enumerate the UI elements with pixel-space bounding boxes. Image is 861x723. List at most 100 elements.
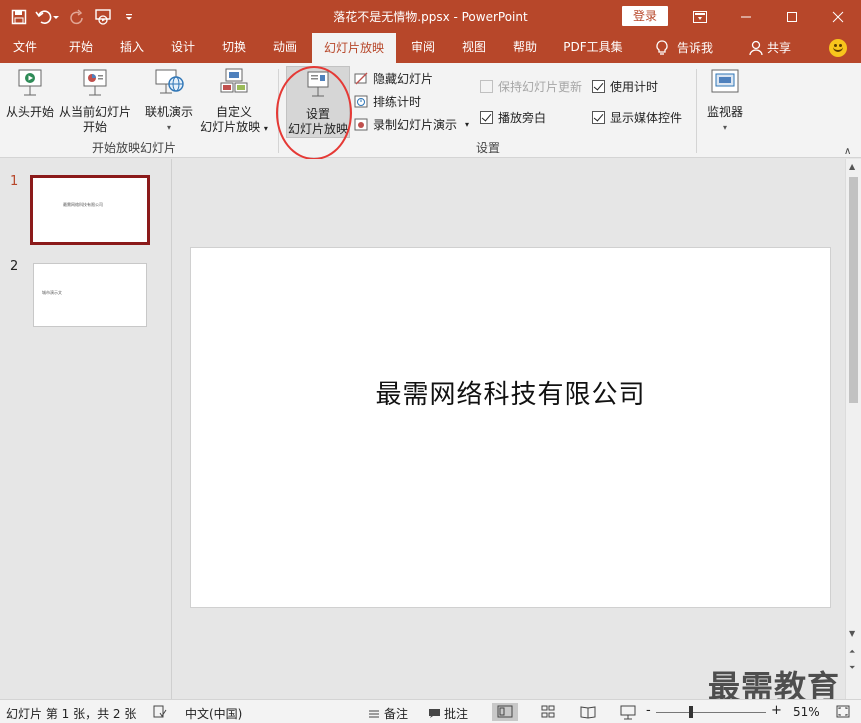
tab-pdf-tools[interactable]: PDF工具集 (556, 33, 630, 63)
rehearse-timings-button[interactable]: 排练计时 (354, 93, 421, 110)
stopwatch-icon (354, 95, 368, 108)
setup-slideshow-icon (307, 71, 329, 97)
custom-slideshow-icon (220, 68, 248, 93)
reading-view-icon (580, 706, 596, 719)
from-beginning-button[interactable]: 从头开始 (4, 67, 56, 120)
zoom-slider[interactable] (656, 712, 766, 713)
next-slide-icon[interactable]: ⏷ (849, 663, 855, 673)
custom-slideshow-dropdown-icon: ▾ (263, 124, 268, 133)
tab-insert[interactable]: 插入 (107, 33, 157, 63)
custom-slideshow-button[interactable]: 自定义 幻灯片放映 ▾ (197, 67, 271, 136)
undo-icon[interactable] (34, 6, 62, 28)
monitors-button[interactable]: 监视器 ▾ (704, 67, 746, 135)
zoom-out-button[interactable]: - (646, 703, 651, 718)
online-present-icon (155, 69, 184, 94)
keep-slides-updated-checkbox[interactable]: 保持幻灯片更新 (480, 78, 582, 95)
feedback-smiley-icon[interactable] (829, 39, 847, 57)
record-slideshow-label: 录制幻灯片演示 (373, 118, 458, 132)
slide-thumbnail-1[interactable]: 最需网络科技有限公司 (30, 175, 150, 245)
record-slideshow-button[interactable]: 录制幻灯片演示 ▾ (354, 116, 469, 133)
tab-file[interactable]: 文件 (0, 33, 50, 63)
play-narrations-label: 播放旁白 (498, 111, 547, 125)
hide-slide-button[interactable]: 隐藏幻灯片 (354, 70, 433, 87)
language-indicator[interactable]: 中文(中国) (185, 705, 242, 722)
custom-slideshow-label-1: 自定义 (215, 105, 252, 119)
setup-slideshow-button[interactable]: 设置 幻灯片放映 (286, 66, 350, 138)
spell-check-icon[interactable] (153, 705, 167, 721)
fit-to-window-icon[interactable] (836, 705, 850, 721)
scrollbar-thumb[interactable] (849, 177, 858, 403)
use-timings-box (592, 80, 605, 93)
tab-slideshow[interactable]: 幻灯片放映 (312, 33, 396, 63)
zoom-level[interactable]: 51% (793, 705, 820, 719)
previous-slide-icon[interactable]: ⏶ (849, 647, 855, 657)
slide-thumbnails-panel: 1 最需网络科技有限公司 2 城市演示文 (0, 159, 172, 699)
scroll-down-icon[interactable]: ▼ (849, 629, 855, 638)
vertical-scrollbar[interactable]: ▲ ▼ ⏶ ⏷ (845, 159, 861, 699)
title-bar: 落花不是无情物.ppsx - PowerPoint 登录 (0, 0, 861, 33)
from-beginning-label: 从头开始 (5, 105, 54, 119)
group-separator (696, 69, 697, 153)
comments-button[interactable]: 批注 (428, 705, 468, 722)
current-slide[interactable]: 最需网络科技有限公司 (190, 247, 831, 608)
tab-home[interactable]: 开始 (56, 33, 106, 63)
online-present-button[interactable]: 联机演示 ▾ (142, 67, 196, 135)
custom-slideshow-label-2-text: 幻灯片放映 (200, 120, 261, 134)
online-present-label: 联机演示 (144, 105, 193, 119)
status-bar: 幻灯片 第 1 张，共 2 张 中文(中国) 备注 批注 - + 51% (0, 699, 861, 723)
zoom-in-button[interactable]: + (771, 703, 782, 718)
ribbon-display-options-icon[interactable] (677, 0, 723, 33)
slide-sorter-icon (541, 705, 555, 718)
show-media-box (592, 111, 605, 124)
tab-view[interactable]: 视图 (449, 33, 499, 63)
group-label-start-slideshow: 开始放映幻灯片 (92, 141, 177, 155)
tab-help[interactable]: 帮助 (500, 33, 550, 63)
save-icon[interactable] (8, 6, 30, 28)
notes-label: 备注 (384, 707, 409, 721)
present-from-start-icon[interactable] (92, 6, 114, 28)
play-from-current-icon (83, 69, 107, 96)
tab-design[interactable]: 设计 (158, 33, 208, 63)
thumbnail-number: 2 (10, 259, 19, 274)
monitors-dropdown-icon: ▾ (722, 123, 727, 132)
setup-slideshow-label-1: 设置 (305, 107, 330, 121)
tab-animations[interactable]: 动画 (260, 33, 310, 63)
reading-view-button[interactable] (575, 703, 601, 721)
group-label-setup: 设置 (476, 141, 501, 155)
show-media-label: 显示媒体控件 (610, 111, 683, 125)
tell-me[interactable]: 告诉我 (644, 33, 724, 63)
slide-thumbnail-2[interactable]: 城市演示文 (33, 263, 147, 327)
normal-view-button[interactable] (492, 703, 518, 721)
slideshow-view-button[interactable] (615, 703, 641, 721)
slideshow-view-icon (620, 705, 636, 720)
slide-title[interactable]: 最需网络科技有限公司 (191, 374, 830, 411)
collapse-ribbon-icon[interactable]: ∧ (844, 146, 851, 157)
thumbnail-number: 1 (10, 174, 19, 189)
use-timings-checkbox[interactable]: 使用计时 (592, 78, 658, 95)
tab-transitions[interactable]: 切换 (209, 33, 259, 63)
show-media-controls-checkbox[interactable]: 显示媒体控件 (592, 109, 682, 126)
zoom-slider-knob[interactable] (689, 706, 693, 718)
customize-icon[interactable] (118, 6, 140, 28)
share-button[interactable]: 共享 (742, 33, 798, 63)
notes-button[interactable]: 备注 (368, 705, 408, 722)
record-dropdown-icon: ▾ (465, 120, 470, 129)
maximize-icon[interactable] (769, 0, 815, 33)
keep-updated-label: 保持幻灯片更新 (498, 80, 583, 94)
tell-me-label: 告诉我 (676, 41, 713, 55)
hide-slide-icon (354, 72, 368, 85)
redo-icon[interactable] (66, 6, 88, 28)
rehearse-timings-label: 排练计时 (373, 95, 422, 109)
thumbnail-text: 最需网络科技有限公司 (63, 202, 103, 207)
share-label: 共享 (766, 41, 791, 55)
thumbnail-text: 城市演示文 (42, 290, 62, 295)
play-narrations-checkbox[interactable]: 播放旁白 (480, 109, 546, 126)
setup-slideshow-label-2: 幻灯片放映 (287, 122, 348, 136)
tab-review[interactable]: 审阅 (398, 33, 448, 63)
scroll-up-icon[interactable]: ▲ (849, 162, 855, 171)
login-button[interactable]: 登录 (622, 6, 668, 26)
slide-sorter-view-button[interactable] (535, 703, 561, 721)
close-icon[interactable] (815, 0, 861, 33)
minimize-icon[interactable] (723, 0, 769, 33)
from-current-button[interactable]: 从当前幻灯片 开始 (57, 67, 133, 135)
